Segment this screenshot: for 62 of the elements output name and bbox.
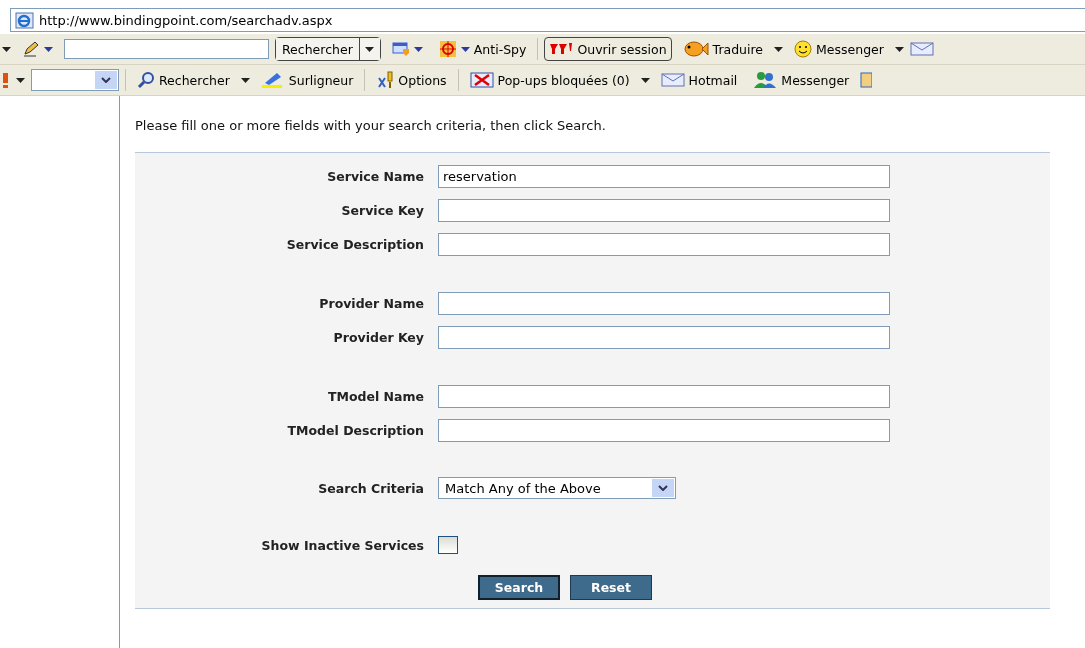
crosshair-icon (438, 40, 457, 58)
address-field[interactable]: http://www.bindingpoint.com/searchadv.aspx (10, 8, 1085, 32)
field-label: Provider Name (318, 295, 424, 311)
dropdown-caret-icon[interactable] (2, 46, 11, 52)
dropdown-button[interactable] (359, 38, 380, 60)
field-label: Service Description (285, 236, 424, 252)
text-field[interactable] (438, 384, 890, 408)
toolbar-search-button[interactable]: Rechercher (276, 38, 360, 60)
toolbar-button[interactable]: Surligneur (255, 68, 359, 92)
toolbar-search-field[interactable] (64, 39, 269, 59)
tools-icon (376, 71, 395, 89)
form-button[interactable]: Search (478, 575, 560, 600)
toolbar-button[interactable]: Traduire (677, 37, 769, 61)
text-field[interactable] (438, 198, 890, 222)
toolbar-button[interactable]: Messenger (748, 68, 855, 92)
field-label: Service Name (326, 168, 424, 184)
field-label: TModel Name (327, 388, 424, 404)
blocked-window-icon (469, 71, 494, 89)
text-field[interactable] (438, 232, 890, 256)
toolbar-combo-field[interactable] (31, 69, 119, 91)
window-shield-icon (391, 40, 410, 58)
fish-icon (682, 40, 709, 58)
dropdown-caret-icon[interactable] (774, 46, 784, 52)
dropdown-caret-icon[interactable] (640, 77, 650, 83)
toolbar-button[interactable]: Rechercher (132, 68, 235, 92)
caret-icon (460, 46, 470, 52)
field-label: Service Key (340, 202, 424, 218)
field-label: Provider Key (332, 329, 424, 345)
checkbox[interactable] (438, 536, 458, 554)
dropdown-caret-icon[interactable] (16, 77, 25, 83)
caret-icon (365, 46, 375, 52)
criteria-dropdown[interactable]: Match Any of the Above (438, 477, 676, 499)
field-label: Show Inactive Services (260, 537, 424, 553)
dropdown-caret-icon[interactable] (240, 77, 250, 83)
field-label: TModel Description (286, 422, 424, 438)
highlighter-icon (260, 71, 285, 89)
text-field[interactable] (438, 291, 890, 315)
text-field[interactable]: reservation (438, 164, 890, 188)
toolbar-button[interactable]: Hotmail (655, 68, 743, 92)
toolbar-button[interactable]: Pop-ups bloquées (0) (464, 68, 635, 92)
toolbar-button[interactable]: Anti-Spy (433, 37, 532, 61)
text-field[interactable] (438, 418, 890, 442)
magnifier-icon (137, 71, 155, 89)
smiley-icon (794, 40, 813, 58)
caret-icon (413, 46, 423, 52)
pencil-icon (22, 40, 40, 58)
text-field[interactable] (438, 325, 890, 349)
browser-page-icon (15, 11, 35, 29)
instructions-text: Please fill one or more fields with your search criteria, then click Search. (135, 118, 607, 133)
dropdown-caret-icon[interactable] (894, 46, 904, 52)
envelope-icon (909, 41, 934, 57)
toolbar-button[interactable]: Messenger (789, 37, 889, 61)
toolbar-button[interactable]: Ouvrir session (544, 37, 672, 61)
toolbar-button[interactable]: Options (371, 68, 452, 92)
people-icon (753, 71, 778, 89)
chevron-down-icon (658, 485, 668, 491)
chevron-down-icon (101, 77, 111, 83)
exclamation-icon (2, 71, 10, 89)
form-button[interactable]: Reset (570, 575, 652, 600)
caret-icon (44, 46, 53, 52)
field-label: Search Criteria (317, 480, 424, 496)
envelope-icon (660, 72, 685, 88)
